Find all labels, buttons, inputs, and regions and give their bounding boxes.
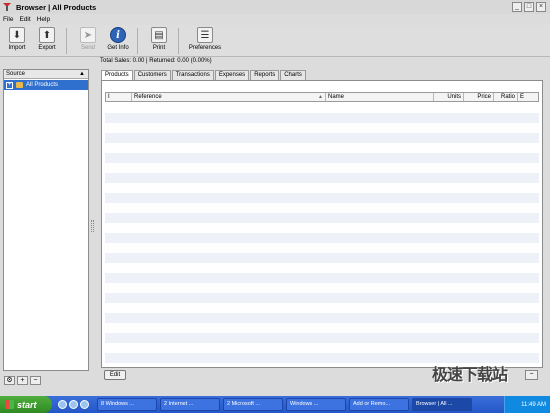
info-icon: i xyxy=(110,27,126,43)
export-button[interactable]: ⬆ Export xyxy=(34,25,60,51)
sales-status: Total Sales: 0.00 | Returned: 0.00 (0.00… xyxy=(100,58,212,64)
print-button[interactable]: ▤ Print xyxy=(146,25,172,51)
task-button-active[interactable]: Browser | All ... xyxy=(412,398,472,411)
source-item-label: All Products xyxy=(26,82,59,88)
expand-icon[interactable]: + xyxy=(6,81,13,89)
close-button[interactable]: × xyxy=(536,2,546,12)
column-header-reference-label: Reference xyxy=(134,94,162,100)
minimize-button[interactable]: _ xyxy=(512,2,522,12)
menu-file[interactable]: File xyxy=(0,16,16,23)
send-icon: ➤ xyxy=(80,27,96,43)
tab-expenses[interactable]: Expenses xyxy=(214,70,250,80)
printer-icon: ▤ xyxy=(151,27,167,43)
products-table: I Reference ▲ Name Units Price Ratio E xyxy=(101,80,543,368)
source-item-all-products[interactable]: + All Products xyxy=(4,80,88,90)
tab-products[interactable]: Products xyxy=(101,70,133,80)
quick-launch-media-icon[interactable] xyxy=(80,400,89,409)
get-info-button[interactable]: i Get Info xyxy=(105,25,131,51)
clock[interactable]: 11:49 AM xyxy=(521,402,546,408)
splitter-handle[interactable] xyxy=(91,220,94,232)
sort-up-icon: ▲ xyxy=(79,71,85,77)
import-icon: ⬇ xyxy=(9,27,25,43)
watermark-logo: 极速下载站 xyxy=(432,367,508,384)
preferences-button[interactable]: ☰ Preferences xyxy=(187,25,223,51)
source-header-label: Source xyxy=(6,71,26,77)
column-header-reference[interactable]: Reference ▲ xyxy=(132,93,326,101)
menu-help[interactable]: Help xyxy=(34,16,53,23)
collapse-button[interactable]: − xyxy=(525,370,538,380)
toolbar: ⬇ Import ⬆ Export ➤ Send i Get Info ▤ Pr… xyxy=(0,25,550,57)
import-button[interactable]: ⬇ Import xyxy=(4,25,30,51)
task-button[interactable]: 2 Internet ... xyxy=(160,398,220,411)
windows-logo-icon xyxy=(5,400,14,409)
title-bar: Browser | All Products _ □ × xyxy=(0,0,550,14)
column-header-name[interactable]: Name xyxy=(326,93,434,101)
get-info-label: Get Info xyxy=(107,45,129,51)
export-label: Export xyxy=(38,45,56,51)
source-header[interactable]: Source ▲ xyxy=(4,70,88,79)
toolbar-separator xyxy=(66,28,67,54)
toolbar-separator xyxy=(178,28,179,54)
app-logo-icon xyxy=(2,2,12,12)
source-panel: Source ▲ + All Products xyxy=(3,69,89,371)
tab-bar: Products Customers Transactions Expenses… xyxy=(101,70,307,80)
preferences-label: Preferences xyxy=(188,45,222,51)
tab-charts[interactable]: Charts xyxy=(280,70,306,80)
tab-customers[interactable]: Customers xyxy=(133,70,171,80)
start-label: start xyxy=(17,399,37,410)
task-button[interactable]: Add or Remo... xyxy=(349,398,409,411)
source-settings-button[interactable]: ⚙ xyxy=(4,376,15,385)
maximize-button[interactable]: □ xyxy=(524,2,534,12)
task-list: 8 Windows ... 2 Internet ... 2 Microsoft… xyxy=(97,398,475,411)
task-button[interactable]: 2 Microsoft ... xyxy=(223,398,283,411)
task-button[interactable]: 8 Windows ... xyxy=(97,398,157,411)
quick-launch-folder-icon[interactable] xyxy=(69,400,78,409)
export-icon: ⬆ xyxy=(39,27,55,43)
menu-edit[interactable]: Edit xyxy=(16,16,33,23)
menu-bar: File Edit Help xyxy=(0,14,550,25)
column-header-price[interactable]: Price xyxy=(464,93,494,101)
source-remove-button[interactable]: − xyxy=(30,376,41,385)
send-button[interactable]: ➤ Send xyxy=(75,25,101,51)
window-title: Browser | All Products xyxy=(16,2,97,12)
table-header: I Reference ▲ Name Units Price Ratio E xyxy=(105,92,539,102)
task-button[interactable]: Windows ... xyxy=(286,398,346,411)
folder-icon xyxy=(16,82,23,88)
import-label: Import xyxy=(8,45,26,51)
toolbar-separator xyxy=(137,28,138,54)
column-header-units[interactable]: Units xyxy=(434,93,464,101)
quick-launch-ie-icon[interactable] xyxy=(58,400,67,409)
edit-button[interactable]: Edit xyxy=(104,370,126,380)
tab-reports[interactable]: Reports xyxy=(250,70,280,80)
column-header-e[interactable]: E xyxy=(518,93,538,101)
taskbar: start 8 Windows ... 2 Internet ... 2 Mic… xyxy=(0,396,550,413)
system-tray: 11:49 AM xyxy=(504,396,550,413)
print-label: Print xyxy=(152,45,166,51)
send-label: Send xyxy=(80,45,95,51)
column-header-ratio[interactable]: Ratio xyxy=(494,93,518,101)
tab-transactions[interactable]: Transactions xyxy=(171,70,214,80)
sort-asc-icon: ▲ xyxy=(318,94,323,100)
column-header-i[interactable]: I xyxy=(106,93,132,101)
source-add-button[interactable]: + xyxy=(17,376,28,385)
preferences-icon: ☰ xyxy=(197,27,213,43)
start-button[interactable]: start xyxy=(0,396,52,413)
quick-launch xyxy=(58,400,89,409)
table-body[interactable] xyxy=(105,103,539,365)
